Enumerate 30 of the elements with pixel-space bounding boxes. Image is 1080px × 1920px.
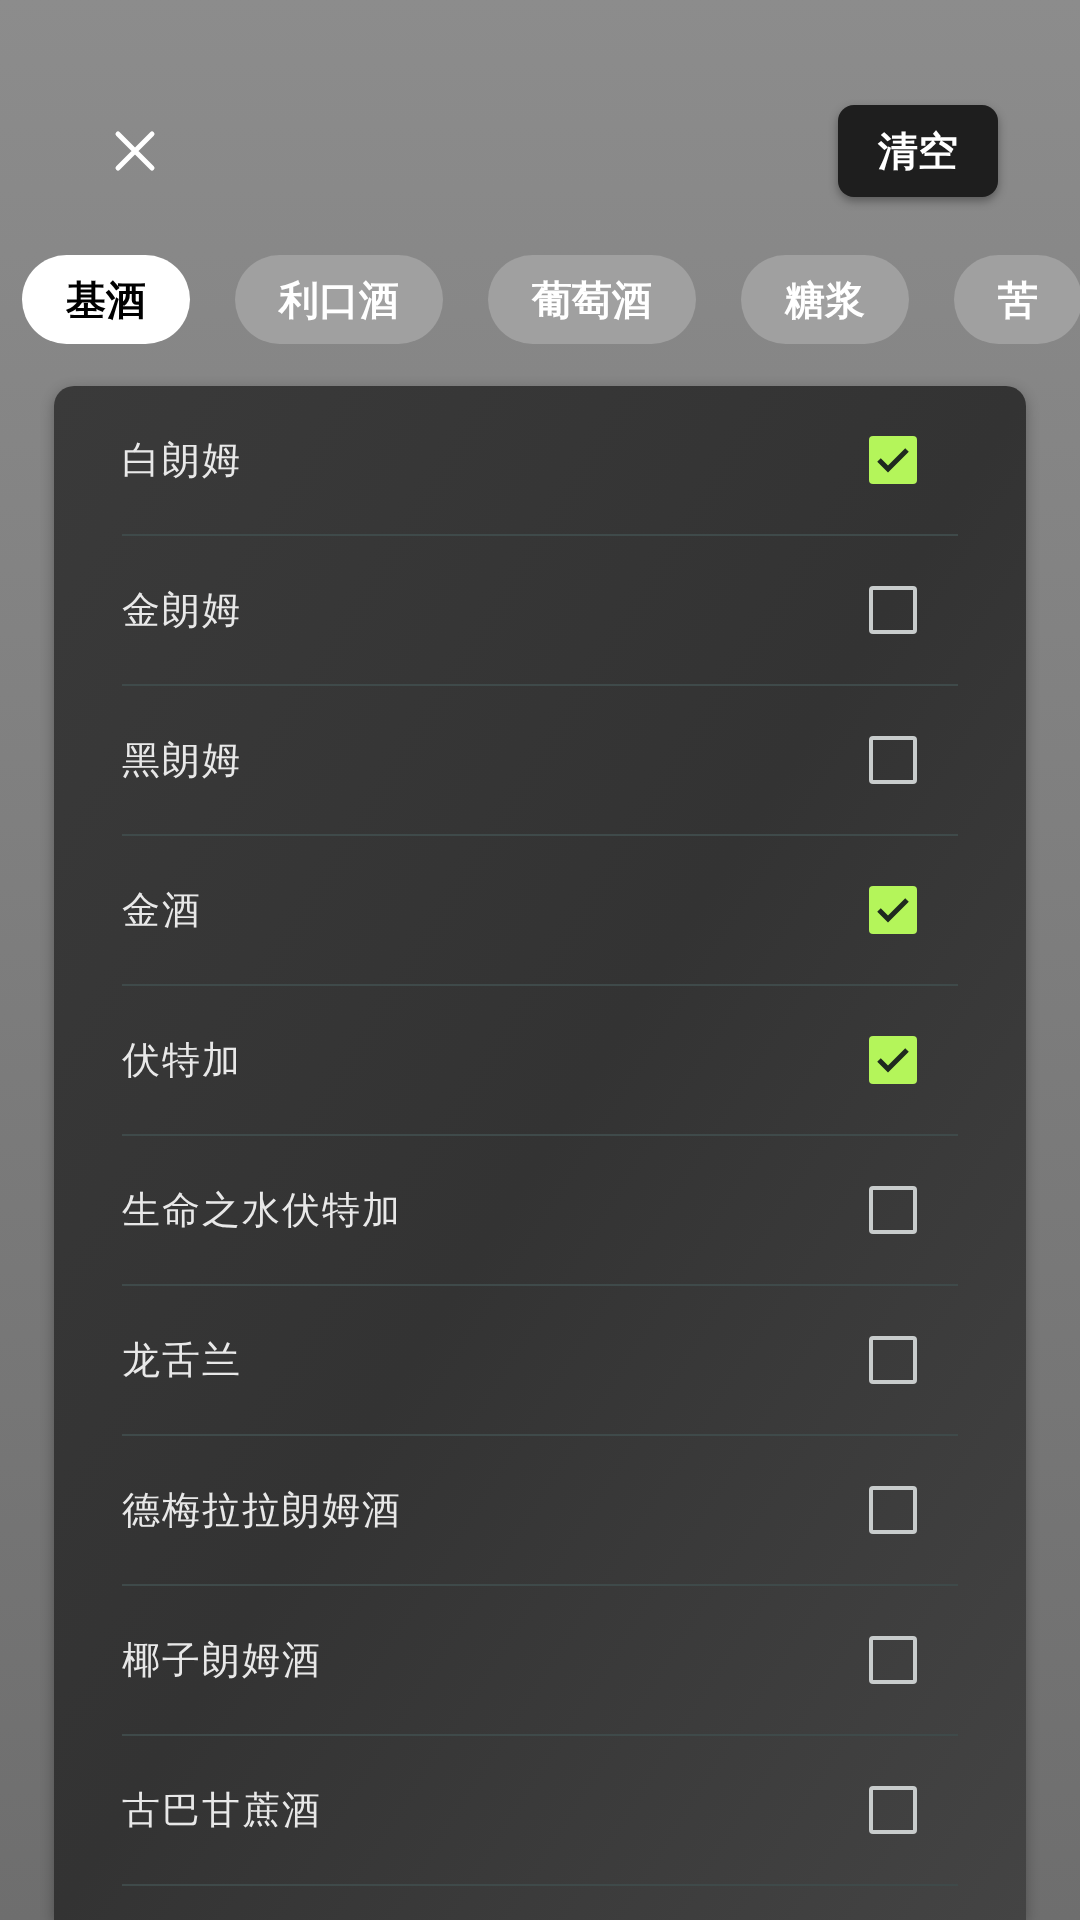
check-icon	[876, 896, 910, 924]
clear-button[interactable]: 清空	[838, 105, 998, 197]
ingredient-checkbox[interactable]	[869, 1036, 917, 1084]
ingredient-checkbox[interactable]	[869, 736, 917, 784]
category-tab[interactable]: 基酒	[22, 255, 190, 344]
ingredient-checkbox[interactable]	[869, 586, 917, 634]
check-icon	[876, 446, 910, 474]
ingredient-label: 黑朗姆	[122, 736, 242, 784]
ingredient-label: 椰子朗姆酒	[122, 1636, 322, 1684]
ingredient-checkbox[interactable]	[869, 1486, 917, 1534]
check-icon	[876, 1046, 910, 1074]
category-tab[interactable]: 葡萄酒	[488, 255, 696, 344]
ingredient-label: 伏特加	[122, 1036, 242, 1084]
ingredient-checkbox[interactable]	[869, 1636, 917, 1684]
category-tab[interactable]: 糖浆	[741, 255, 909, 344]
ingredient-checkbox[interactable]	[869, 1186, 917, 1234]
ingredient-label: 龙舌兰	[122, 1336, 242, 1384]
ingredient-label: 生命之水伏特加	[122, 1186, 402, 1234]
ingredient-checkbox[interactable]	[869, 1336, 917, 1384]
ingredient-checkbox[interactable]	[869, 436, 917, 484]
ingredient-label: 古巴甘蔗酒	[122, 1786, 322, 1834]
ingredient-checkbox[interactable]	[869, 886, 917, 934]
ingredient-label: 金酒	[122, 886, 202, 934]
close-icon[interactable]	[113, 129, 157, 173]
ingredient-label: 白朗姆	[122, 436, 242, 484]
ingredient-label: 金朗姆	[122, 586, 242, 634]
category-tab[interactable]: 利口酒	[235, 255, 443, 344]
ingredient-label: 德梅拉拉朗姆酒	[122, 1486, 402, 1534]
category-tab[interactable]: 苦	[954, 255, 1080, 344]
ingredient-checkbox[interactable]	[869, 1786, 917, 1834]
